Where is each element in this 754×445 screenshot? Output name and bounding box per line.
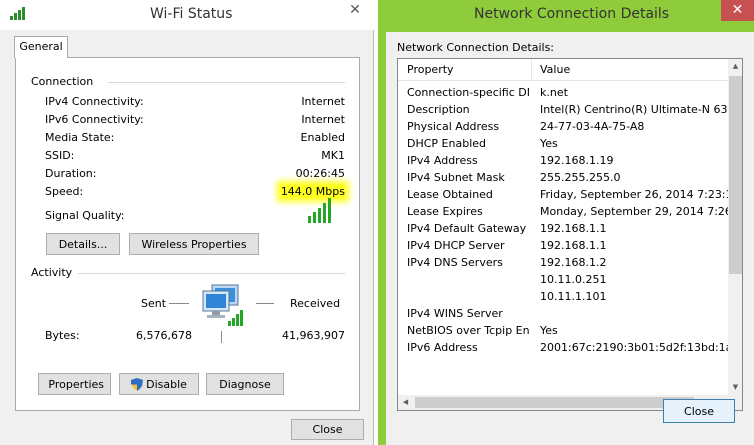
- speed-label: Speed:: [45, 185, 84, 198]
- media-state-label: Media State:: [45, 131, 115, 144]
- uac-shield-icon: [131, 377, 144, 391]
- wifi-status-title: Wi-Fi Status: [150, 6, 233, 22]
- duration-label: Duration:: [45, 167, 97, 180]
- detail-row-value: Intel(R) Centrino(R) Ultimate-N 6300 A: [540, 103, 728, 116]
- detail-row-value: 192.168.1.1: [540, 239, 607, 252]
- ipv4-connectivity-label: IPv4 Connectivity:: [45, 95, 144, 108]
- sent-label: Sent: [141, 297, 167, 310]
- detail-row-property: IPv4 DHCP Server: [407, 239, 505, 252]
- detail-row-value: Yes: [540, 137, 558, 150]
- ipv6-connectivity-label: IPv6 Connectivity:: [45, 113, 144, 126]
- detail-row-value: Friday, September 26, 2014 7:23:17 A: [540, 188, 728, 201]
- wifi-signal-icon: [10, 6, 30, 20]
- detail-row-property: Connection-specific DN...: [407, 86, 529, 99]
- detail-row-property: Physical Address: [407, 120, 500, 133]
- detail-row-value: 192.168.1.1: [540, 222, 607, 235]
- detail-row-value: Monday, September 29, 2014 7:26:49: [540, 205, 728, 218]
- detail-row-property: IPv4 Default Gateway: [407, 222, 527, 235]
- detail-row-value: Yes: [540, 324, 558, 337]
- close-icon[interactable]: ✕: [721, 0, 754, 21]
- diagnose-button[interactable]: Diagnose: [206, 373, 284, 395]
- close-icon[interactable]: ✕: [340, 0, 370, 21]
- details-button[interactable]: Details...: [46, 233, 120, 255]
- activity-heading: Activity: [31, 266, 73, 279]
- detail-row-property: Lease Obtained: [407, 188, 493, 201]
- received-line: [256, 303, 274, 304]
- detail-row-value: 192.168.1.19: [540, 154, 614, 167]
- details-list[interactable]: Property Value Connection-specific DN...…: [397, 58, 743, 411]
- wifi-status-window: Wi-Fi Status ✕ General Connection IPv4 C…: [0, 0, 374, 445]
- detail-row-property: NetBIOS over Tcpip En...: [407, 324, 529, 337]
- network-computer-icon: [202, 284, 243, 326]
- bytes-received-value: 41,963,907: [282, 329, 345, 342]
- ipv6-connectivity-value: Internet: [301, 113, 345, 126]
- ssid-value: MK1: [321, 149, 345, 162]
- detail-row-property: DHCP Enabled: [407, 137, 487, 150]
- detail-row-value: 192.168.1.2: [540, 256, 607, 269]
- horizontal-scroll-thumb[interactable]: [415, 397, 694, 408]
- detail-row-value: [540, 305, 728, 322]
- disable-button[interactable]: Disable: [119, 373, 199, 395]
- detail-row-property: Description: [407, 103, 470, 116]
- signal-quality-label: Signal Quality:: [45, 209, 125, 222]
- detail-row-value: 10.11.0.251: [540, 273, 607, 286]
- wifi-status-close-button[interactable]: Close: [291, 419, 364, 440]
- detail-row-value: 24-77-03-4A-75-A8: [540, 120, 645, 133]
- network-details-titlebar[interactable]: Network Connection Details ✕: [378, 0, 754, 32]
- column-header-property[interactable]: Property: [398, 59, 532, 81]
- properties-button[interactable]: Properties: [38, 373, 111, 395]
- detail-row-property: Lease Expires: [407, 205, 483, 218]
- vertical-scrollbar[interactable]: ▲ ▼: [728, 59, 742, 395]
- bytes-sent-value: 6,576,678: [136, 329, 192, 342]
- disable-button-label: Disable: [146, 377, 187, 391]
- detail-row-property: IPv4 WINS Server: [407, 307, 503, 320]
- details-close-button[interactable]: Close: [663, 399, 735, 423]
- bytes-separator: [221, 331, 222, 343]
- wifi-status-titlebar[interactable]: Wi-Fi Status ✕: [0, 0, 374, 30]
- details-subtitle: Network Connection Details:: [397, 41, 555, 54]
- properties-button-label: Properties: [48, 377, 104, 391]
- wireless-properties-button[interactable]: Wireless Properties: [129, 233, 259, 255]
- network-details-title: Network Connection Details: [474, 6, 670, 22]
- network-details-client: Network Connection Details: Property Val…: [386, 32, 754, 445]
- detail-row-property: IPv4 Address: [407, 154, 478, 167]
- general-panel: Connection IPv4 Connectivity: Internet I…: [15, 57, 360, 411]
- signal-quality-icon: [308, 198, 338, 223]
- detail-row-property: [407, 288, 529, 305]
- connection-heading: Connection: [31, 75, 94, 88]
- detail-row-value: 10.11.1.101: [540, 290, 607, 303]
- detail-row-property: IPv6 Address: [407, 341, 478, 354]
- scroll-up-icon[interactable]: ▲: [728, 59, 742, 74]
- detail-row-property: IPv4 DNS Servers: [407, 256, 503, 269]
- detail-row-value: k.net: [540, 86, 568, 99]
- detail-row-value: 2001:67c:2190:3b01:5d2f:13bd:1aff:5: [540, 341, 728, 354]
- media-state-value: Enabled: [300, 131, 345, 144]
- speed-value: 144.0 Mbps: [280, 185, 345, 198]
- vertical-scroll-thumb[interactable]: [729, 76, 742, 274]
- ipv4-connectivity-value: Internet: [301, 95, 345, 108]
- bytes-label: Bytes:: [45, 329, 80, 342]
- sent-line: [169, 303, 189, 304]
- received-label: Received: [290, 297, 341, 310]
- scroll-down-icon[interactable]: ▼: [728, 380, 742, 395]
- ssid-label: SSID:: [45, 149, 75, 162]
- activity-divider: [78, 273, 345, 274]
- network-details-window: Network Connection Details ✕ Network Con…: [378, 0, 754, 445]
- connection-divider: [108, 82, 345, 83]
- detail-row-value: 255.255.255.0: [540, 171, 621, 184]
- detail-row-property: IPv4 Subnet Mask: [407, 171, 505, 184]
- duration-value: 00:26:45: [295, 167, 345, 180]
- column-header-value[interactable]: Value: [532, 59, 728, 81]
- detail-row-property: [407, 271, 529, 288]
- scroll-left-icon[interactable]: ◀: [398, 395, 413, 410]
- tab-general[interactable]: General: [14, 36, 68, 58]
